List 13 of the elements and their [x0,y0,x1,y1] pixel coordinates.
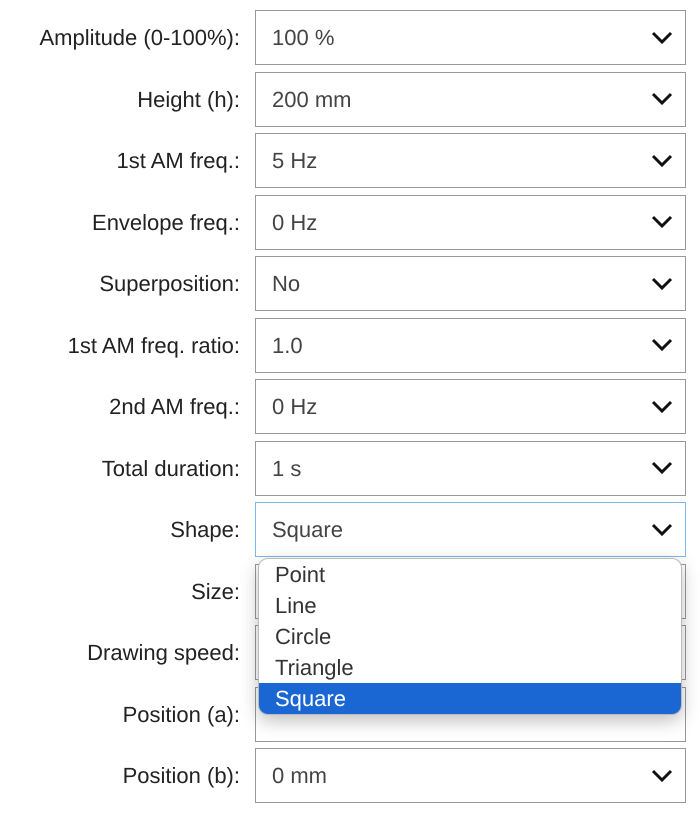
field-label: Drawing speed: [86,639,240,667]
field-label: Total duration: [100,454,240,482]
field-label: Envelope freq.: [91,208,240,237]
field-label: 1st AM freq. ratio: [66,332,240,360]
field-label: Position (b): [122,762,240,790]
field-label: Position (a): [122,700,240,728]
field-label: Height (h): [136,86,240,114]
field-label: 1st AM freq.: [116,147,240,175]
field-label: Shape: [169,516,240,544]
field-label: 2nd AM freq.: [108,393,240,421]
field-label: Superposition: [98,270,240,298]
field-label: Amplitude (0-100%): [38,24,240,52]
field-label: Size: [190,578,240,606]
